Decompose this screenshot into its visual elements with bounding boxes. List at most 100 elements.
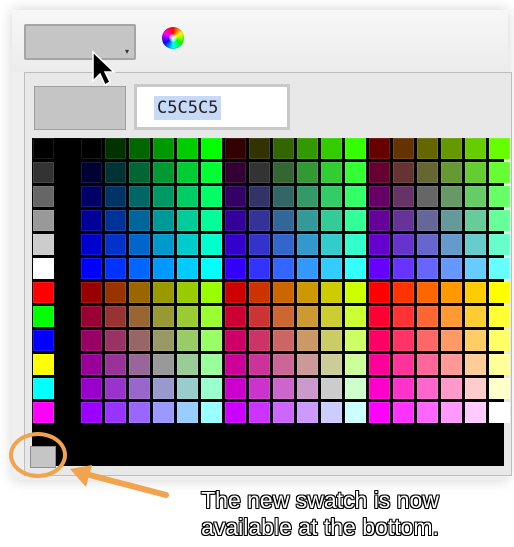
palette-swatch[interactable] (105, 234, 126, 255)
palette-swatch[interactable] (33, 306, 54, 327)
palette-swatch[interactable] (177, 282, 198, 303)
palette-swatch[interactable] (465, 306, 486, 327)
palette-swatch[interactable] (369, 402, 390, 423)
palette-swatch[interactable] (321, 258, 342, 279)
palette-swatch[interactable] (249, 354, 270, 375)
palette-swatch[interactable] (249, 378, 270, 399)
hex-input[interactable]: C5C5C5 (134, 84, 290, 130)
palette-swatch[interactable] (225, 138, 246, 159)
palette-swatch[interactable] (273, 402, 294, 423)
palette-swatch[interactable] (225, 306, 246, 327)
palette-swatch[interactable] (129, 210, 150, 231)
dropdown-caret-icon[interactable]: ▾ (125, 48, 129, 56)
palette-swatch[interactable] (489, 162, 510, 183)
palette-swatch[interactable] (489, 138, 510, 159)
palette-swatch[interactable] (321, 186, 342, 207)
palette-swatch[interactable] (105, 162, 126, 183)
palette-swatch[interactable] (81, 354, 102, 375)
palette-swatch[interactable] (393, 210, 414, 231)
palette-swatch[interactable] (153, 186, 174, 207)
palette-swatch[interactable] (297, 354, 318, 375)
palette-swatch[interactable] (441, 282, 462, 303)
palette-swatch[interactable] (225, 378, 246, 399)
palette-swatch[interactable] (297, 306, 318, 327)
palette-swatch[interactable] (417, 258, 438, 279)
palette-swatch[interactable] (177, 186, 198, 207)
palette-swatch[interactable] (201, 378, 222, 399)
palette-swatch[interactable] (273, 138, 294, 159)
palette-swatch[interactable] (249, 138, 270, 159)
palette-swatch[interactable] (465, 234, 486, 255)
palette-swatch[interactable] (153, 162, 174, 183)
palette-swatch[interactable] (249, 282, 270, 303)
palette-swatch[interactable] (297, 402, 318, 423)
palette-swatch[interactable] (321, 306, 342, 327)
palette-swatch[interactable] (369, 354, 390, 375)
palette-swatch[interactable] (441, 162, 462, 183)
palette-swatch[interactable] (105, 354, 126, 375)
palette-swatch[interactable] (81, 186, 102, 207)
palette-swatch[interactable] (129, 354, 150, 375)
palette-swatch[interactable] (345, 234, 366, 255)
palette-swatch[interactable] (225, 354, 246, 375)
palette-swatch[interactable] (417, 210, 438, 231)
palette-swatch[interactable] (105, 138, 126, 159)
palette-swatch[interactable] (417, 378, 438, 399)
palette-swatch[interactable] (153, 330, 174, 351)
palette-swatch[interactable] (249, 210, 270, 231)
palette-swatch[interactable] (441, 138, 462, 159)
palette-swatch[interactable] (153, 282, 174, 303)
palette-swatch[interactable] (129, 402, 150, 423)
palette-swatch[interactable] (129, 306, 150, 327)
palette-swatch[interactable] (81, 282, 102, 303)
palette-swatch[interactable] (249, 186, 270, 207)
palette-swatch[interactable] (489, 210, 510, 231)
palette-swatch[interactable] (225, 210, 246, 231)
palette-swatch[interactable] (105, 210, 126, 231)
palette-swatch[interactable] (225, 330, 246, 351)
palette-swatch[interactable] (81, 330, 102, 351)
palette-swatch[interactable] (177, 402, 198, 423)
palette-swatch[interactable] (369, 258, 390, 279)
palette-swatch[interactable] (345, 330, 366, 351)
palette-swatch[interactable] (201, 258, 222, 279)
palette-swatch[interactable] (273, 162, 294, 183)
palette-swatch[interactable] (417, 354, 438, 375)
palette-swatch[interactable] (225, 162, 246, 183)
palette-swatch[interactable] (81, 306, 102, 327)
palette-swatch[interactable] (129, 378, 150, 399)
color-well-button[interactable] (24, 24, 136, 60)
palette-swatch[interactable] (177, 306, 198, 327)
palette-swatch[interactable] (153, 378, 174, 399)
palette-swatch[interactable] (465, 402, 486, 423)
palette-swatch[interactable] (417, 402, 438, 423)
palette-swatch[interactable] (225, 258, 246, 279)
palette-swatch[interactable] (33, 210, 54, 231)
palette-swatch[interactable] (393, 306, 414, 327)
palette-swatch[interactable] (393, 258, 414, 279)
palette-swatch[interactable] (465, 330, 486, 351)
palette-swatch[interactable] (33, 138, 54, 159)
palette-swatch[interactable] (393, 138, 414, 159)
palette-swatch[interactable] (417, 162, 438, 183)
palette-swatch[interactable] (33, 258, 54, 279)
palette-swatch[interactable] (321, 330, 342, 351)
palette-swatch[interactable] (393, 234, 414, 255)
palette-swatch[interactable] (345, 306, 366, 327)
palette-swatch[interactable] (321, 162, 342, 183)
palette-swatch[interactable] (489, 282, 510, 303)
palette-swatch[interactable] (81, 162, 102, 183)
palette-swatch[interactable] (417, 306, 438, 327)
palette-swatch[interactable] (297, 282, 318, 303)
palette-swatch[interactable] (489, 330, 510, 351)
palette-swatch[interactable] (345, 162, 366, 183)
palette-swatch[interactable] (249, 306, 270, 327)
palette-swatch[interactable] (393, 282, 414, 303)
palette-swatch[interactable] (393, 330, 414, 351)
palette-swatch[interactable] (225, 282, 246, 303)
palette-swatch[interactable] (201, 210, 222, 231)
palette-swatch[interactable] (417, 330, 438, 351)
palette-swatch[interactable] (369, 378, 390, 399)
palette-swatch[interactable] (321, 282, 342, 303)
palette-swatch[interactable] (81, 402, 102, 423)
